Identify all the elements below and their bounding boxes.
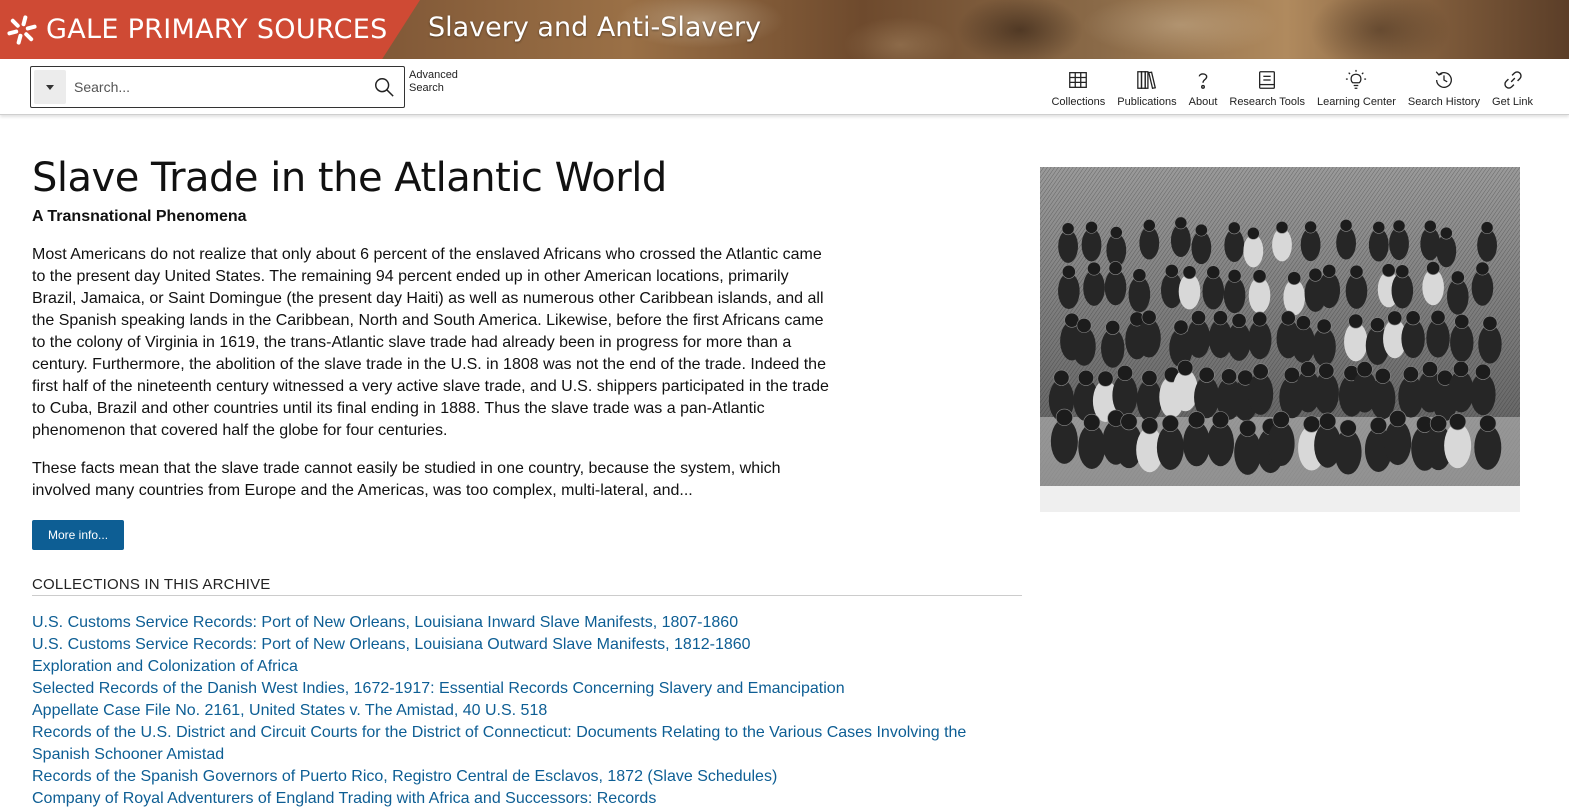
- collection-link[interactable]: Appellate Case File No. 2161, United Sta…: [32, 702, 547, 719]
- archive-image-figure: [1040, 167, 1520, 512]
- search-scope-dropdown[interactable]: [34, 70, 66, 104]
- search-button[interactable]: [364, 67, 404, 107]
- page-title: Slave Trade in the Atlantic World: [32, 155, 667, 201]
- tool-search-history[interactable]: Search History: [1402, 69, 1486, 111]
- tool-research-tools[interactable]: Research Tools: [1223, 69, 1311, 111]
- tool-collections[interactable]: Collections: [1045, 69, 1111, 111]
- tool-label: Research Tools: [1229, 96, 1305, 108]
- list-item: Appellate Case File No. 2161, United Sta…: [32, 700, 1022, 722]
- tool-label: Collections: [1051, 96, 1106, 108]
- list-item: U.S. Customs Service Records: Port of Ne…: [32, 612, 1022, 634]
- list-item: Records of the Spanish Governors of Puer…: [32, 766, 1022, 788]
- collection-link[interactable]: Selected Records of the Danish West Indi…: [32, 680, 845, 697]
- list-item: Selected Records of the Danish West Indi…: [32, 678, 1022, 700]
- advanced-search-label-1: Advanced: [409, 69, 458, 81]
- tool-label: Publications: [1117, 96, 1177, 108]
- tool-learning-center[interactable]: Learning Center: [1311, 69, 1402, 111]
- toolbar: Advanced Search Collections Publications…: [0, 59, 1569, 115]
- collection-link[interactable]: Exploration and Colonization of Africa: [32, 658, 298, 675]
- list-item: U.S. Customs Service Records: Port of Ne…: [32, 634, 1022, 656]
- tool-publications[interactable]: Publications: [1111, 69, 1182, 111]
- toolbar-tools: Collections Publications About Research …: [1045, 69, 1539, 111]
- list-item: Exploration and Colonization of Africa: [32, 656, 1022, 678]
- list-item: Records of the U.S. District and Circuit…: [32, 722, 1022, 766]
- tool-label: Search History: [1407, 96, 1481, 108]
- books-icon: [1137, 71, 1156, 89]
- history-icon: [1435, 71, 1452, 88]
- search-icon: [375, 78, 394, 97]
- search-box: [30, 66, 405, 108]
- gale-logo-icon: [6, 14, 38, 46]
- collections-list: U.S. Customs Service Records: Port of Ne…: [32, 612, 1022, 810]
- main-content: Slave Trade in the Atlantic World A Tran…: [32, 150, 1022, 810]
- archive-title[interactable]: Slavery and Anti-Slavery: [428, 12, 761, 43]
- gale-brand[interactable]: GALE PRIMARY SOURCES: [0, 0, 420, 59]
- page-subtitle: A Transnational Phenomena: [32, 208, 247, 225]
- tool-get-link[interactable]: Get Link: [1486, 69, 1539, 111]
- notebook-icon: [1259, 71, 1276, 89]
- tool-about[interactable]: About: [1183, 69, 1224, 111]
- more-info-button[interactable]: More info...: [32, 520, 125, 550]
- lightbulb-icon: [1346, 69, 1367, 89]
- intro-paragraph: These facts mean that the slave trade ca…: [32, 460, 781, 499]
- tool-label: About: [1188, 96, 1218, 108]
- advanced-search-link[interactable]: Advanced Search: [409, 69, 469, 95]
- list-item: Company of Royal Adventurers of England …: [32, 788, 1022, 810]
- collection-link[interactable]: U.S. Customs Service Records: Port of Ne…: [32, 636, 751, 653]
- advanced-search-label-2: Search: [409, 82, 444, 94]
- collection-link[interactable]: Records of the U.S. District and Circuit…: [32, 724, 966, 763]
- grid-icon: [1069, 72, 1088, 88]
- question-icon: [1198, 73, 1208, 89]
- link-icon: [1503, 71, 1522, 89]
- caret-down-icon: [46, 84, 54, 90]
- search-input[interactable]: [66, 70, 364, 104]
- site-banner: GALE PRIMARY SOURCES Slavery and Anti-Sl…: [0, 0, 1569, 59]
- tool-label: Learning Center: [1317, 96, 1396, 108]
- brand-name: GALE PRIMARY SOURCES: [46, 14, 388, 45]
- collection-link[interactable]: Records of the Spanish Governors of Puer…: [32, 768, 777, 785]
- collection-link[interactable]: U.S. Customs Service Records: Port of Ne…: [32, 614, 738, 631]
- intro-paragraph: Most Americans do not realize that only …: [32, 246, 829, 439]
- collection-link[interactable]: Company of Royal Adventurers of England …: [32, 790, 656, 807]
- engraving-image[interactable]: [1040, 167, 1520, 486]
- tool-label: Get Link: [1492, 96, 1533, 108]
- collections-heading: COLLECTIONS IN THIS ARCHIVE: [32, 576, 1022, 596]
